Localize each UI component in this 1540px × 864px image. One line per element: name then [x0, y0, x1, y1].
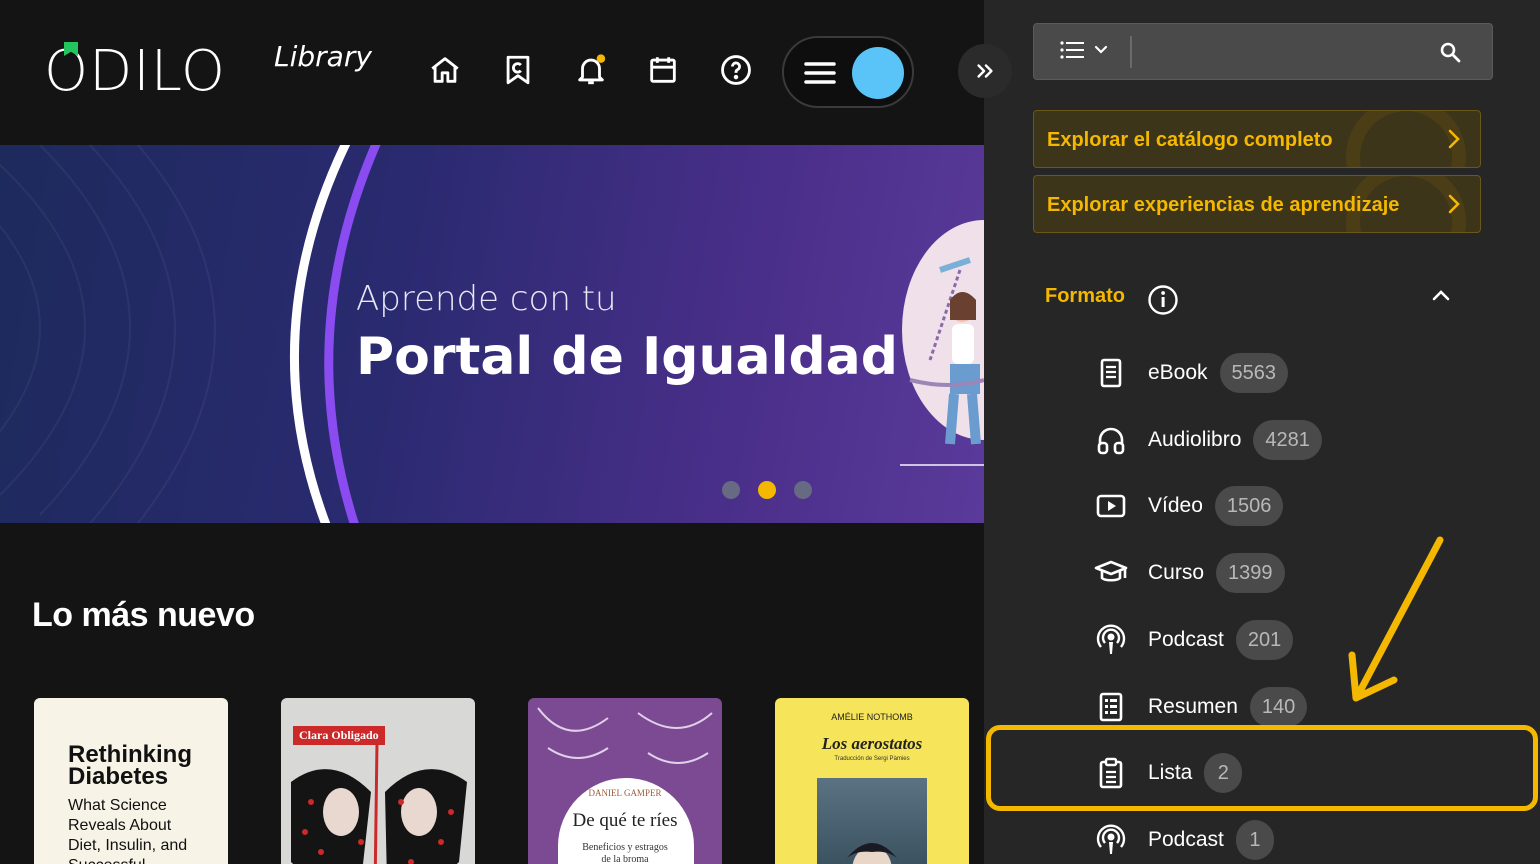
facet-item-label: Resumen — [1148, 695, 1238, 718]
book-title: Rethinking Diabetes — [68, 741, 192, 790]
facet-item-count: 1399 — [1216, 553, 1285, 593]
banner-subtitle: Aprende con tu — [356, 279, 617, 319]
explore-learning-label: Explorar experiencias de aprendizaje — [1047, 194, 1400, 216]
avatar — [852, 47, 904, 99]
facet-item-ebook[interactable]: eBook 5563 — [1094, 352, 1289, 394]
facet-item-count: 201 — [1235, 620, 1294, 660]
explore-catalog-label: Explorar el catálogo completo — [1047, 129, 1333, 151]
filter-sidebar: Explorar el catálogo completo Explorar e… — [984, 0, 1540, 864]
facet-item-lista[interactable]: Lista 2 — [1094, 752, 1243, 794]
facet-item-count: 1506 — [1214, 486, 1284, 526]
home-icon[interactable] — [427, 52, 463, 88]
calendar-icon[interactable] — [645, 52, 681, 88]
search-bar — [1033, 23, 1493, 80]
carousel-dot-active[interactable] — [758, 481, 776, 499]
help-icon[interactable] — [718, 52, 754, 88]
hamburger-icon — [804, 62, 836, 84]
facet-item-podcast-2[interactable]: Podcast 1 — [1094, 819, 1274, 861]
facet-item-count: 140 — [1249, 687, 1308, 727]
cover-art — [537, 707, 713, 764]
headphones-icon — [1094, 423, 1128, 457]
book-translator: Traducción de Sergi Pàmies — [834, 756, 910, 762]
facet-item-count: 5563 — [1219, 353, 1289, 393]
cover-art — [291, 742, 467, 864]
clipboard-icon — [1094, 756, 1128, 790]
search-filter-dropdown[interactable] — [1060, 40, 1108, 60]
facet-item-label: Curso — [1148, 561, 1205, 584]
facet-item-count: 4281 — [1253, 420, 1322, 460]
explore-learning-button[interactable]: Explorar experiencias de aprendizaje — [1033, 175, 1481, 233]
book-author: AMÉLIE NOTHOMB — [831, 712, 913, 722]
book-cover[interactable]: AMÉLIE NOTHOMB Los aerostatos Traducción… — [775, 698, 969, 864]
podcast-icon — [1094, 623, 1128, 657]
video-icon — [1094, 489, 1128, 523]
facet-item-label: Podcast — [1148, 828, 1224, 851]
book-cover[interactable]: DANIEL GAMPER De qué te ríes Beneficios … — [528, 698, 722, 864]
carousel-dot[interactable] — [722, 481, 740, 499]
section-title: Lo más nuevo — [32, 596, 255, 634]
bell-icon[interactable] — [573, 52, 609, 88]
book-subtitle: What Science Reveals About Diet, Insulin… — [68, 797, 188, 864]
search-separator — [1130, 36, 1132, 68]
book-subtitle: Beneficios y estragos de la broma — [582, 842, 668, 864]
search-icon[interactable] — [1438, 40, 1462, 64]
logo-mark-wrap: ODILO — [44, 42, 226, 100]
facet-item-label: Lista — [1148, 761, 1193, 784]
facet-title[interactable]: Formato — [1045, 285, 1125, 308]
cover-photo — [817, 778, 927, 864]
collapse-sidebar-button[interactable] — [958, 44, 1012, 98]
user-menu-button[interactable] — [782, 36, 914, 108]
hero-banner[interactable]: Aprende con tu Portal de Igualdad — [0, 145, 984, 523]
chevron-right-icon — [1448, 194, 1460, 214]
facet-item-audiolibro[interactable]: Audiolibro 4281 — [1094, 419, 1322, 461]
book-title: Los aerostatos — [821, 734, 923, 753]
info-icon[interactable] — [1147, 284, 1179, 316]
bookmark-icon[interactable] — [500, 52, 536, 88]
facet-item-resumen[interactable]: Resumen 140 — [1094, 686, 1308, 728]
graduation-cap-icon — [1094, 556, 1128, 590]
podcast-icon — [1094, 823, 1128, 857]
book-cover[interactable]: Clara Obligado — [281, 698, 475, 864]
chevron-up-icon[interactable] — [1431, 288, 1451, 302]
facet-item-podcast[interactable]: Podcast 201 — [1094, 619, 1294, 661]
explore-catalog-button[interactable]: Explorar el catálogo completo — [1033, 110, 1481, 168]
header: ODILO Library — [0, 0, 984, 145]
facet-item-label: eBook — [1148, 361, 1208, 384]
banner-illustration — [900, 220, 984, 466]
facet-item-label: Vídeo — [1148, 494, 1203, 517]
facet-item-video[interactable]: Vídeo 1506 — [1094, 485, 1284, 527]
carousel-dots — [722, 481, 812, 499]
book-author: DANIEL GAMPER — [588, 788, 662, 798]
book-cover[interactable]: Rethinking Diabetes What Science Reveals… — [34, 698, 228, 864]
double-chevron-right-icon — [977, 64, 993, 78]
banner-title: Portal de Igualdad — [356, 327, 898, 387]
facet-item-label: Audiolibro — [1148, 428, 1242, 451]
list-icon — [1060, 41, 1084, 59]
ebook-icon — [1094, 356, 1128, 390]
facet-item-label: Podcast — [1148, 628, 1224, 651]
carousel-dot[interactable] — [794, 481, 812, 499]
summary-icon — [1094, 690, 1128, 724]
logo-subtitle: Library — [274, 40, 372, 73]
facet-item-count: 1 — [1235, 820, 1274, 860]
book-title: De qué te ríes — [572, 810, 678, 831]
facet-item-curso[interactable]: Curso 1399 — [1094, 552, 1285, 594]
search-input[interactable] — [1138, 32, 1438, 72]
chevron-right-icon — [1448, 129, 1460, 149]
facet-item-count: 2 — [1204, 753, 1243, 793]
chevron-down-icon — [1094, 45, 1108, 54]
odilo-logo[interactable]: ODILO Library — [44, 40, 372, 100]
